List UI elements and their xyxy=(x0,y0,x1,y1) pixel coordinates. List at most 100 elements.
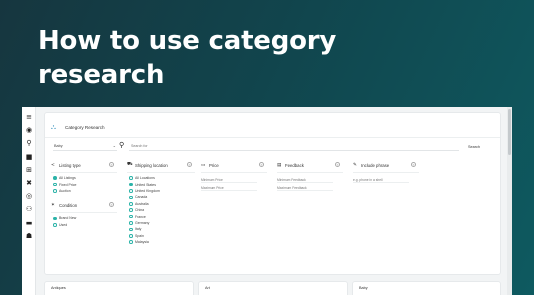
category-select-value: Baby xyxy=(54,144,63,148)
help-icon[interactable]: ? xyxy=(411,162,416,167)
radio-button[interactable] xyxy=(129,227,133,232)
sidebar: ≡ ◉ ⚲ ■ ⊞ ✖ ◎ ⚇ ▬ ☗ xyxy=(22,107,36,295)
radio-option-label: Auction xyxy=(58,188,71,193)
category-card-label: Art xyxy=(205,286,210,290)
radio-button[interactable] xyxy=(53,176,57,180)
sitemap-icon[interactable]: ⊞ xyxy=(24,166,34,174)
shipping-location-filter: ⛟ Shipping location ? All Locations Unite… xyxy=(127,161,195,245)
scrollbar-thumb[interactable] xyxy=(508,109,511,155)
category-card-label: Baby xyxy=(359,286,368,290)
share-icon: < xyxy=(51,162,55,168)
help-icon[interactable]: ? xyxy=(109,162,114,167)
radio-option[interactable]: Used xyxy=(53,222,117,228)
radio-button[interactable] xyxy=(129,195,133,200)
radio-option-label: Brand New xyxy=(58,216,77,221)
help-icon[interactable]: ? xyxy=(335,162,340,167)
magnify-icon[interactable]: ⚲ xyxy=(24,139,34,147)
radio-button[interactable] xyxy=(129,189,133,193)
menu-icon[interactable]: ≡ xyxy=(24,113,34,121)
radio-option-label: China xyxy=(134,208,145,213)
category-research-icon: ⛬ xyxy=(51,123,56,131)
folder-icon[interactable]: ▬ xyxy=(24,219,34,227)
condition-label: Condition xyxy=(59,202,78,208)
divider xyxy=(201,172,267,173)
divider xyxy=(353,172,419,173)
radio-button[interactable] xyxy=(129,182,133,187)
include-phrase-input[interactable] xyxy=(353,177,409,183)
include-phrase-label: Include phrase xyxy=(361,162,390,168)
search-icon[interactable]: ⚲ xyxy=(119,141,127,150)
radio-button[interactable] xyxy=(129,221,133,225)
target-icon[interactable]: ◎ xyxy=(24,192,34,200)
radio-option-label: All Listings xyxy=(58,176,76,181)
listing-type-label: Listing type xyxy=(59,162,81,168)
eye-icon[interactable]: ◉ xyxy=(24,126,34,134)
max-feedback-input[interactable] xyxy=(277,185,333,191)
divider xyxy=(51,212,117,214)
radio-button[interactable] xyxy=(129,214,133,219)
divider xyxy=(51,172,117,173)
radio-button[interactable] xyxy=(129,240,133,244)
scrollbar[interactable] xyxy=(507,107,512,295)
category-card-label: Antiques xyxy=(51,286,66,290)
radio-option-label: Fixed Price xyxy=(58,182,77,187)
search-button[interactable]: Search xyxy=(461,142,487,151)
feedback-label: Feedback xyxy=(285,162,304,168)
hero-title: How to use category research xyxy=(38,26,337,90)
category-select[interactable]: Baby ⌄ xyxy=(53,142,117,151)
radio-button[interactable] xyxy=(129,201,133,206)
radio-option[interactable]: Malaysia xyxy=(129,239,195,245)
feedback-filter: ▤ Feedback ? xyxy=(277,161,343,191)
radio-button[interactable] xyxy=(53,216,57,221)
user-icon[interactable]: ☗ xyxy=(24,232,34,240)
feedback-icon: ▤ xyxy=(277,162,282,168)
radio-button[interactable] xyxy=(129,233,133,238)
radio-button[interactable] xyxy=(129,208,133,212)
chevron-down-icon: ⌄ xyxy=(112,143,116,148)
card-header: ⛬ Category Research xyxy=(51,122,105,132)
header-divider xyxy=(45,137,500,138)
radio-option-label: Australia xyxy=(134,201,149,206)
pencil-icon: ✎ xyxy=(353,162,357,168)
include-phrase-filter: ✎ Include phrase ? xyxy=(353,161,419,183)
category-card-antiques[interactable]: Antiques xyxy=(44,281,194,295)
category-research-card: ⛬ Category Research Baby ⌄ ⚲ Search < Li… xyxy=(44,112,501,275)
page-title: Category Research xyxy=(65,124,105,130)
radio-option-label: Malaysia xyxy=(134,240,149,245)
radio-button[interactable] xyxy=(129,176,133,180)
box-icon[interactable]: ■ xyxy=(24,153,34,161)
listing-type-filter: < Listing type ? All Listings Fixed Price… xyxy=(51,161,117,228)
app-window: ≡ ◉ ⚲ ■ ⊞ ✖ ◎ ⚇ ▬ ☗ ⛬ Category Research Baby ⌄ ⚲ … xyxy=(22,107,512,295)
radio-option-label: All Locations xyxy=(134,176,155,181)
category-card-baby[interactable]: Baby xyxy=(352,281,501,295)
price-label: Price xyxy=(209,162,219,168)
truck-icon: ⛟ xyxy=(127,162,133,167)
help-icon[interactable]: ? xyxy=(259,162,264,167)
star-icon: ✶ xyxy=(51,202,55,208)
search-input[interactable] xyxy=(129,142,459,151)
help-icon[interactable]: ? xyxy=(187,162,192,167)
radio-option-label: United Kingdom xyxy=(134,188,160,193)
radio-option-label: United States xyxy=(134,182,156,187)
radio-button[interactable] xyxy=(53,189,57,193)
max-price-input[interactable] xyxy=(201,185,257,191)
shipping-location-label: Shipping location xyxy=(135,162,168,168)
price-filter: ▭ Price ? xyxy=(201,161,267,191)
price-icon: ▭ xyxy=(201,162,206,168)
category-card-art[interactable]: Art xyxy=(198,281,348,295)
radio-button[interactable] xyxy=(53,222,57,227)
radio-button[interactable] xyxy=(53,182,57,187)
radio-option-label: Spain xyxy=(134,233,144,238)
radio-option-label: Used xyxy=(58,222,68,227)
help-icon[interactable]: ? xyxy=(109,202,114,208)
divider xyxy=(127,172,195,173)
radio-option-label: France xyxy=(134,214,146,219)
radio-option-label: Canada xyxy=(134,195,148,200)
min-price-input[interactable] xyxy=(201,177,257,183)
radio-option-label: Italy xyxy=(134,227,142,232)
radio-option[interactable]: Auction xyxy=(53,188,117,194)
divider xyxy=(277,172,343,173)
tools-icon[interactable]: ✖ xyxy=(24,179,34,187)
user-plus-icon[interactable]: ⚇ xyxy=(24,205,34,213)
min-feedback-input[interactable] xyxy=(277,177,333,183)
